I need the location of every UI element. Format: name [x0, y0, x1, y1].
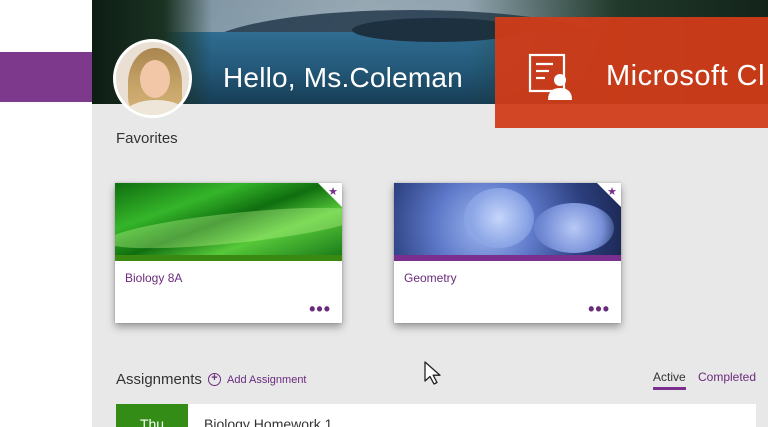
left-rail [0, 0, 92, 427]
star-icon[interactable]: ★ [607, 185, 617, 198]
add-assignment-button[interactable]: + Add Assignment [208, 373, 307, 386]
favorites-heading: Favorites [116, 130, 178, 147]
add-circle-icon: + [208, 373, 221, 386]
assignment-title: Biology Homework 1 [204, 416, 333, 427]
more-options-icon[interactable]: ••• [309, 300, 331, 318]
assignment-row[interactable]: Thu Biology Homework 1 [116, 404, 756, 427]
card-title: Biology 8A [125, 271, 183, 285]
more-options-icon[interactable]: ••• [588, 300, 610, 318]
favorite-card-geometry[interactable]: ★ Geometry ••• [394, 183, 621, 323]
nav-highlight[interactable] [0, 52, 92, 102]
tab-active[interactable]: Active [653, 370, 686, 390]
classroom-icon [528, 53, 572, 100]
add-assignment-label: Add Assignment [227, 373, 307, 386]
favorite-card-biology[interactable]: ★ Biology 8A ••• [115, 183, 342, 323]
brand-title: Microsoft Cl [606, 60, 766, 92]
mouse-pointer-icon [424, 361, 441, 385]
card-banner-image [115, 183, 342, 255]
avatar[interactable] [113, 39, 192, 118]
star-icon[interactable]: ★ [328, 185, 338, 198]
tab-completed[interactable]: Completed [698, 370, 756, 384]
assignments-heading: Assignments [116, 371, 202, 388]
card-banner-image [394, 183, 621, 255]
assignment-day-badge: Thu [116, 404, 188, 427]
greeting-text: Hello, Ms.Coleman [223, 62, 463, 93]
card-title: Geometry [404, 271, 457, 285]
brand-banner: Microsoft Cl [495, 17, 768, 128]
